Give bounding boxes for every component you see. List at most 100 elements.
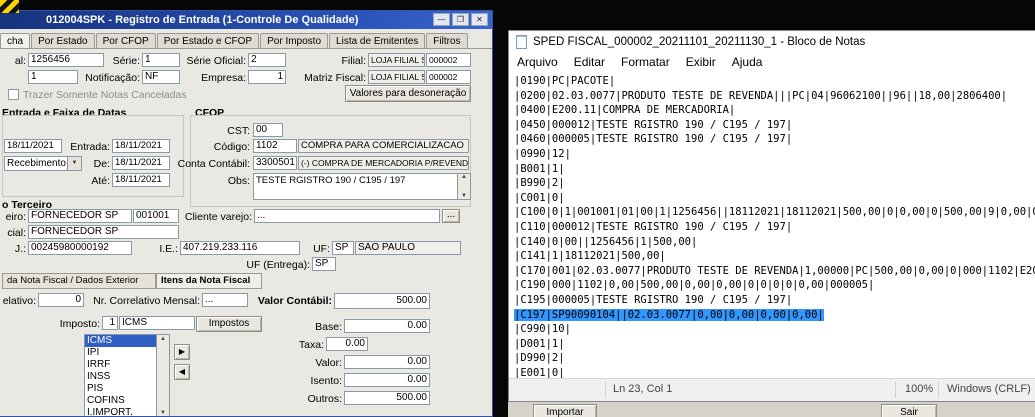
notepad-window: SPED FISCAL_000002_20211101_20211130_1 -… <box>508 30 1035 402</box>
impostos-scrollbar[interactable]: ▲ ▼ <box>156 335 169 416</box>
imposto-item-ipi[interactable]: IPI <box>85 347 157 359</box>
impostos-listbox[interactable]: ICMS IPI IRRF INSS PIS COFINS I.IMPORT. ▲ ▼ <box>84 334 170 416</box>
imposto-item-inss[interactable]: INSS <box>85 371 157 383</box>
importar-button[interactable]: Importar <box>533 404 597 417</box>
notepad-line-13: |C141|1|18112021|500,00| <box>514 250 666 263</box>
outros-label: Outros: <box>307 393 342 405</box>
maximize-button[interactable]: ❐ <box>452 13 469 26</box>
window-controls: — ❐ ✕ <box>433 13 488 26</box>
erp-window-title: 012004SPK - Registro de Entrada (1-Contr… <box>46 14 359 26</box>
emissao-date-field[interactable]: 18/11/2021 <box>4 139 62 153</box>
somente-canceladas-checkbox[interactable] <box>8 89 19 100</box>
cliente-varejo-field[interactable]: ... <box>254 209 440 223</box>
notepad-line-5: |0460|000005|TESTE RGISTRO 190 / C195 / … <box>514 133 793 146</box>
menu-formatar[interactable]: Formatar <box>613 53 678 72</box>
ie-field[interactable]: 407.219.233.116 <box>180 241 300 255</box>
fornecedor-code-field[interactable]: 001001 <box>133 209 179 223</box>
status-zoom: 100% <box>905 383 934 395</box>
taxa-label: Taxa: <box>298 339 324 351</box>
menu-arquivo[interactable]: Arquivo <box>509 53 566 72</box>
de-date-field[interactable]: 18/11/2021 <box>112 156 170 170</box>
nf-number-field[interactable]: 1256456 <box>28 53 104 67</box>
base-field[interactable]: 0.00 <box>344 319 430 333</box>
valor-contabil-field[interactable]: 500.00 <box>334 293 430 309</box>
notepad-menubar: Arquivo Editar Formatar Exibir Ajuda <box>509 53 1035 72</box>
matriz-fiscal-label: Matriz Fiscal: <box>304 72 366 84</box>
imposto-item-irrf[interactable]: IRRF <box>85 359 157 371</box>
codigo-field[interactable]: 1102 <box>253 139 297 153</box>
minimize-button[interactable]: — <box>433 13 450 26</box>
obs-textarea[interactable]: TESTE RGISTRO 190 / C195 / 197 ▲ ▼ <box>253 173 471 200</box>
outros-field[interactable]: 500.00 <box>344 391 430 405</box>
menu-exibir[interactable]: Exibir <box>678 53 724 72</box>
imposto-item-icms[interactable]: ICMS <box>85 335 157 347</box>
move-right-button[interactable]: ▶ <box>174 344 190 360</box>
status-separator <box>605 382 606 398</box>
cst-label: CST: <box>227 125 250 137</box>
taxa-field[interactable]: 0.00 <box>326 337 368 351</box>
fornecedor-field[interactable]: FORNECEDOR SP <box>28 209 132 223</box>
notepad-line-20: |D990|2| <box>514 352 565 365</box>
sair-button[interactable]: Sair <box>881 404 937 417</box>
serie-oficial-label: Série Oficial: <box>186 55 246 67</box>
tipo-data-dropdown[interactable]: Recebimento ▼ <box>4 156 82 171</box>
erp-tab-filtros[interactable]: Filtros <box>426 33 468 48</box>
notepad-line-8: |B990|2| <box>514 177 565 190</box>
uf-field[interactable]: SP <box>332 241 354 255</box>
cliente-browse-button[interactable]: ... <box>442 209 460 223</box>
impostos-button[interactable]: Impostos <box>196 316 262 332</box>
erp-tab-lista-de-emitentes[interactable]: Lista de Emitentes <box>329 33 426 48</box>
uf-entrega-field[interactable]: SP <box>312 257 336 271</box>
erp-tab-por-estado[interactable]: Por Estado <box>31 33 95 48</box>
isento-field[interactable]: 0.00 <box>344 373 430 387</box>
notepad-line-12: |C140|0|00||1256456|1|500,00| <box>514 235 698 248</box>
erp-tab-cha[interactable]: cha <box>0 33 31 48</box>
valor-field[interactable]: 0.00 <box>344 355 430 369</box>
notepad-text-area[interactable]: |0190|PC|PACOTE| |0200|02.03.0077|PRODUTO… <box>509 72 1035 379</box>
notepad-statusbar: Ln 23, Col 1 100% Windows (CRLF) <box>509 378 1035 401</box>
ate-date-field[interactable]: 18/11/2021 <box>112 173 170 187</box>
desktop: 012004SPK - Registro de Entrada (1-Contr… <box>0 0 1035 417</box>
correlativo-label: elativo: <box>2 295 36 307</box>
impostos-list: ICMS IPI IRRF INSS PIS COFINS I.IMPORT. <box>85 335 157 416</box>
imposto-item-pis[interactable]: PIS <box>85 383 157 395</box>
empresa-field[interactable]: 1 <box>248 70 286 84</box>
close-button[interactable]: ✕ <box>471 13 488 26</box>
notepad-line-15: |C190|000|1102|0,00|500,00|0,00|0,00|0|0… <box>514 279 875 292</box>
serie-field[interactable]: 1 <box>142 53 180 67</box>
notificacao-field[interactable]: NF <box>142 70 180 84</box>
erp-tab-por-cfop[interactable]: Por CFOP <box>95 33 156 48</box>
correlativo-field[interactable]: 0 <box>38 293 84 307</box>
entrada-date-field[interactable]: 18/11/2021 <box>112 139 170 153</box>
nf-label: al: <box>14 55 26 67</box>
imposto-num-field[interactable]: 1 <box>102 316 118 330</box>
cnpj-field[interactable]: 00245980000192 <box>28 241 132 255</box>
erp-titlebar[interactable]: 012004SPK - Registro de Entrada (1-Contr… <box>0 11 492 29</box>
subtab-itens-da-nota-fiscal[interactable]: Itens da Nota Fiscal <box>156 273 262 289</box>
uf-entrega-label: UF (Entrega): <box>246 259 310 271</box>
serie-oficial-field[interactable]: 2 <box>248 53 286 67</box>
imposto-item-cofins[interactable]: COFINS <box>85 395 157 407</box>
cst-field[interactable]: 00 <box>253 123 283 137</box>
subtab-da-nota-fiscal-dados-exterior[interactable]: da Nota Fiscal / Dados Exterior <box>2 273 156 289</box>
menu-ajuda[interactable]: Ajuda <box>724 53 771 72</box>
notepad-line-highlighted: |C197|SP90090104||02.03.0077|0,00|0,00|0… <box>514 308 824 321</box>
correlativo-mensal-field[interactable]: ... <box>202 293 248 307</box>
erp-tabbar: cha Por Estado Por CFOP Por Estado e CFOP Po… <box>0 31 492 49</box>
move-left-button[interactable]: ◀ <box>174 364 190 380</box>
obs-scrollbar[interactable]: ▲ ▼ <box>457 174 470 199</box>
conta-contabil-field[interactable]: 3300501 <box>253 156 297 170</box>
razao-social-label: cial: <box>7 227 26 239</box>
imposto-item-i-import[interactable]: I.IMPORT. <box>85 407 157 416</box>
menu-editar[interactable]: Editar <box>566 53 613 72</box>
notepad-titlebar[interactable]: SPED FISCAL_000002_20211101_20211130_1 -… <box>509 31 1035 53</box>
cliente-varejo-label: Cliente varejo: <box>184 211 252 223</box>
scroll-down-icon: ▼ <box>160 410 166 416</box>
erp-tab-por-estado-e-cfop[interactable]: Por Estado e CFOP <box>156 33 260 48</box>
erp-tab-por-imposto[interactable]: Por Imposto <box>260 33 329 48</box>
razao-social-field[interactable]: FORNECEDOR SP <box>28 225 179 239</box>
valores-desoneracao-button[interactable]: Valores para desoneração <box>345 85 471 102</box>
chevron-down-icon: ▼ <box>67 157 81 170</box>
tipo-field[interactable]: 1 <box>28 70 78 84</box>
imposto-field[interactable]: ICMS <box>119 316 195 330</box>
